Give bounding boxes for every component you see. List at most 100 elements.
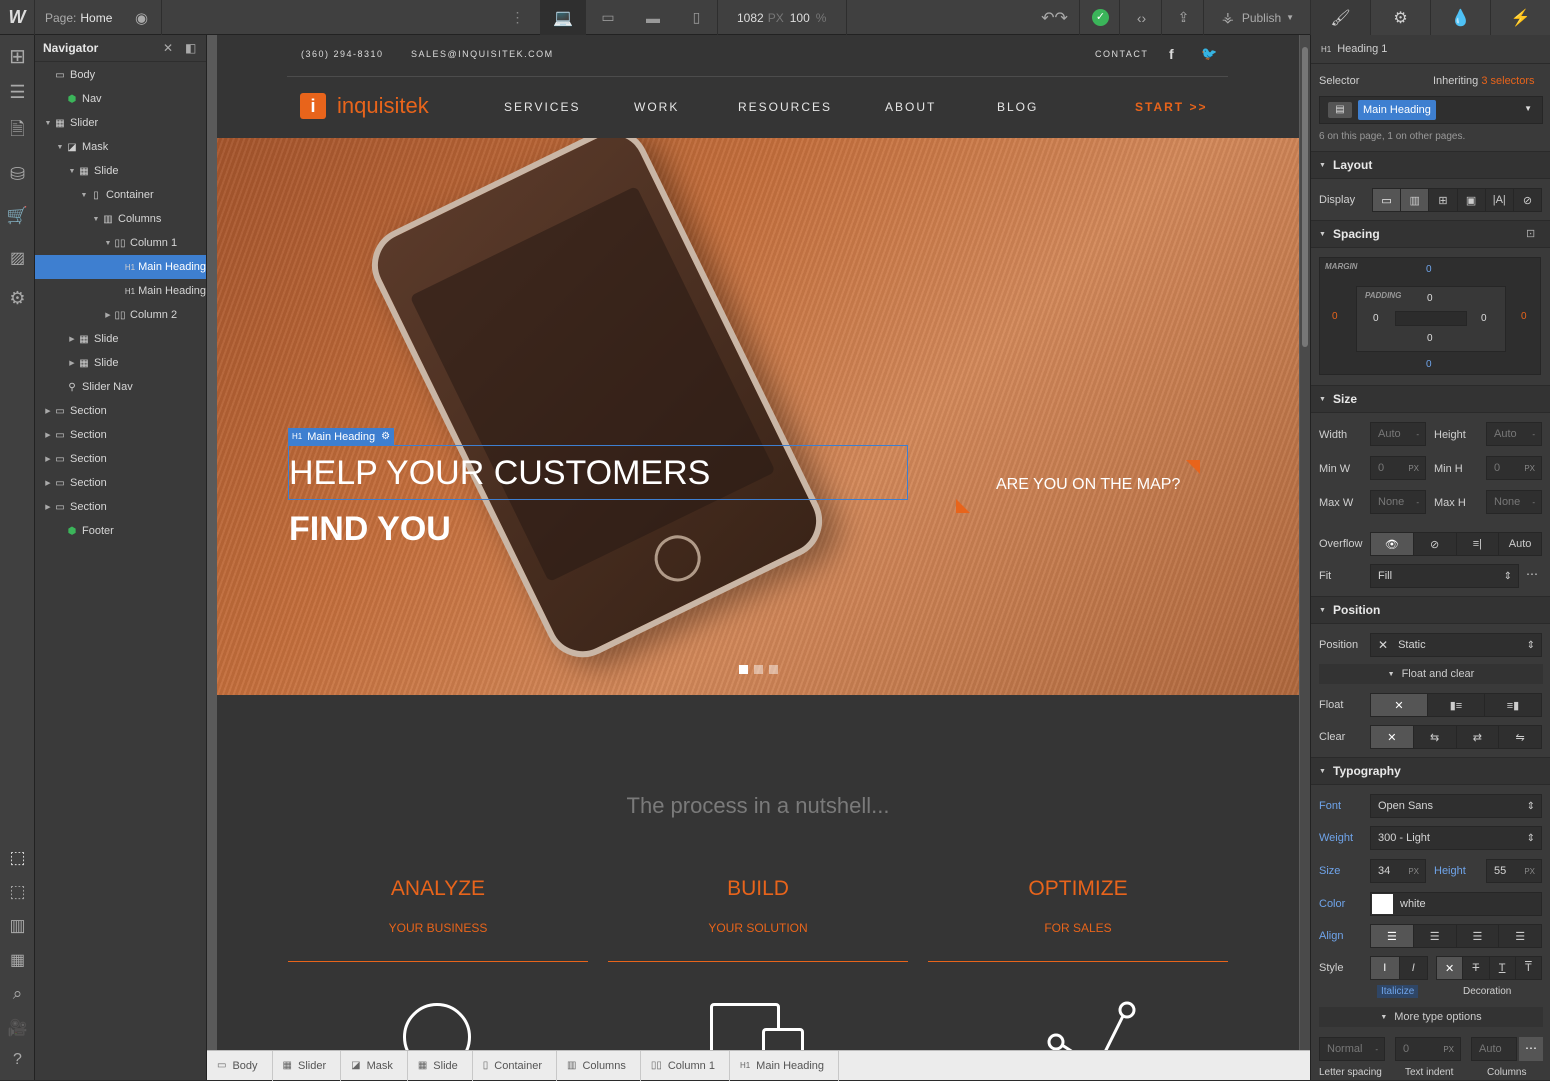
canvas-scrollbar[interactable]: [1300, 35, 1310, 1050]
collapse-arrow-icon[interactable]: ▶: [67, 359, 77, 367]
position-section[interactable]: Position: [1311, 596, 1550, 624]
assets-icon[interactable]: ▨: [0, 243, 35, 273]
more-type-options[interactable]: ▼ More type options: [1319, 1007, 1543, 1027]
navigator-icon[interactable]: ☰: [0, 77, 35, 107]
brand-logo-icon[interactable]: i: [300, 93, 326, 119]
navigator-item[interactable]: ▶ ▯▯ Column 2: [35, 303, 206, 327]
width-input[interactable]: Auto -: [1370, 422, 1426, 446]
overflow-scroll-icon[interactable]: ≡|: [1457, 533, 1500, 555]
spacing-toggle-icon[interactable]: ⊡: [1526, 227, 1535, 240]
navigator-item[interactable]: ⬢ Footer: [35, 519, 206, 543]
max-width-input[interactable]: None -: [1370, 490, 1426, 514]
header-contact[interactable]: CONTACT: [1095, 49, 1148, 59]
tutorials-icon[interactable]: 🎥: [0, 1013, 35, 1043]
breadcrumb-item[interactable]: H1 Main Heading: [730, 1050, 840, 1081]
element-settings-gear-icon[interactable]: ⚙: [381, 431, 390, 442]
float-options[interactable]: ✕ ▮≡ ≡▮: [1370, 693, 1542, 717]
navigator-item[interactable]: ▼ ▦ Slider: [35, 111, 206, 135]
display-inline-block-icon[interactable]: ▣: [1458, 189, 1486, 211]
underline-icon[interactable]: T: [1490, 957, 1516, 979]
italic-on-icon[interactable]: I: [1400, 957, 1428, 979]
hero-heading-1[interactable]: HELP YOUR CUSTOMERS: [289, 451, 710, 495]
text-indent-input[interactable]: 0 PX: [1395, 1037, 1461, 1061]
strikethrough-icon[interactable]: T: [1463, 957, 1490, 979]
breadcrumb-item[interactable]: ▯ Container: [473, 1050, 557, 1081]
margin-right[interactable]: 0: [1521, 311, 1527, 322]
undo-redo-icon[interactable]: ↶↷: [1030, 0, 1080, 35]
process-title[interactable]: The process in a nutshell...: [217, 793, 1299, 819]
site-menu-item[interactable]: RESOURCES: [738, 100, 832, 114]
selector-field[interactable]: ▤ Main Heading ▼: [1319, 96, 1543, 124]
clear-right-icon[interactable]: ⇄: [1457, 726, 1500, 748]
brand-name[interactable]: inquisitek: [337, 93, 429, 119]
float-left-icon[interactable]: ▮≡: [1428, 694, 1485, 716]
select-cursor-icon[interactable]: ⬚: [0, 843, 35, 873]
letter-spacing-input[interactable]: Normal -: [1319, 1037, 1385, 1061]
decoration-none-icon[interactable]: ✕: [1437, 957, 1464, 979]
desktop-view-icon[interactable]: 💻: [540, 0, 586, 35]
site-menu-item[interactable]: ABOUT: [885, 100, 936, 114]
navigator-item[interactable]: ▼ ▥ Columns: [35, 207, 206, 231]
color-swatch[interactable]: [1372, 894, 1393, 914]
interactions-bolt-icon[interactable]: ⚡: [1490, 0, 1550, 35]
add-element-icon[interactable]: ⊞: [0, 41, 35, 71]
navigator-item[interactable]: ▼ ▯▯ Column 1: [35, 231, 206, 255]
expand-arrow-icon[interactable]: ▼: [79, 192, 89, 199]
navigator-item[interactable]: ▶ ▭ Section: [35, 471, 206, 495]
breadcrumb-item[interactable]: ▥ Columns: [557, 1050, 641, 1081]
step-subtitle[interactable]: FOR SALES: [928, 921, 1228, 935]
color-input[interactable]: white: [1370, 892, 1542, 916]
mobile-view-icon[interactable]: ▯: [676, 0, 718, 35]
collapse-arrow-icon[interactable]: ▶: [67, 335, 77, 343]
page-selector[interactable]: Page: Home ◉: [35, 0, 162, 35]
font-size-input[interactable]: 34 PX: [1370, 859, 1426, 883]
start-link[interactable]: START >>: [1135, 100, 1207, 114]
slider-dots[interactable]: [739, 665, 778, 674]
display-inline-icon[interactable]: |A|: [1486, 189, 1514, 211]
clear-none-icon[interactable]: ✕: [1371, 726, 1414, 748]
size-section[interactable]: Size: [1311, 385, 1550, 413]
weight-select[interactable]: 300 - Light ⇕: [1370, 826, 1542, 850]
layout-section[interactable]: Layout: [1311, 151, 1550, 179]
margin-box[interactable]: MARGIN 0 0 0 0 PADDING 0 0 0 0: [1319, 257, 1541, 375]
collapse-arrow-icon[interactable]: ▶: [43, 455, 53, 463]
navigator-item[interactable]: ▶ ▭ Section: [35, 399, 206, 423]
max-height-input[interactable]: None -: [1486, 490, 1542, 514]
italic-options[interactable]: I I: [1370, 956, 1428, 980]
inheriting-info[interactable]: Inheriting 3 selectors: [1433, 75, 1535, 87]
align-right-icon[interactable]: ☰: [1457, 925, 1500, 947]
position-select[interactable]: ✕ Static ⇕: [1370, 633, 1542, 657]
float-none-icon[interactable]: ✕: [1371, 694, 1428, 716]
expand-arrow-icon[interactable]: ▼: [43, 120, 53, 127]
padding-box[interactable]: PADDING 0 0 0 0: [1356, 286, 1506, 352]
navigator-item[interactable]: ⚲ Slider Nav: [35, 375, 206, 399]
style-manager-icon[interactable]: 💧: [1430, 0, 1490, 35]
expand-arrow-icon[interactable]: ▼: [103, 240, 113, 247]
collapse-arrow-icon[interactable]: ▶: [43, 503, 53, 511]
font-select[interactable]: Open Sans ⇕: [1370, 794, 1542, 818]
breadcrumb-item[interactable]: ▦ Slider: [273, 1050, 342, 1081]
align-left-icon[interactable]: ☰: [1371, 925, 1414, 947]
float-clear-toggle[interactable]: ▼ Float and clear: [1319, 664, 1543, 684]
hero-slider[interactable]: [217, 138, 1299, 695]
cms-icon[interactable]: ⛁: [0, 159, 35, 189]
pages-icon[interactable]: 🗎: [0, 117, 35, 147]
fit-select[interactable]: Fill ⇕: [1370, 564, 1519, 588]
selector-dropdown-icon[interactable]: ▼: [1524, 104, 1532, 113]
breadcrumb-item[interactable]: ◪ Mask: [341, 1050, 408, 1081]
display-flex-icon[interactable]: ▥: [1401, 189, 1430, 211]
navigator-item[interactable]: ▼ ◪ Mask: [35, 135, 206, 159]
step-subtitle[interactable]: YOUR SOLUTION: [608, 921, 908, 935]
site-menu-item[interactable]: WORK: [634, 100, 679, 114]
step-title[interactable]: BUILD: [608, 877, 908, 901]
italic-off-icon[interactable]: I: [1371, 957, 1400, 979]
facebook-icon[interactable]: f: [1169, 46, 1174, 62]
style-brush-icon[interactable]: 🖌: [1310, 0, 1370, 35]
height-input[interactable]: Auto -: [1486, 422, 1542, 446]
clear-left-icon[interactable]: ⇆: [1414, 726, 1457, 748]
navigator-item[interactable]: ▼ ▯ Container: [35, 183, 206, 207]
display-block-icon[interactable]: ▭: [1373, 189, 1402, 211]
align-justify-icon[interactable]: ☰: [1499, 925, 1541, 947]
fit-more-icon[interactable]: ⋯: [1526, 567, 1538, 581]
navigator-item[interactable]: ▶ ▭ Section: [35, 423, 206, 447]
